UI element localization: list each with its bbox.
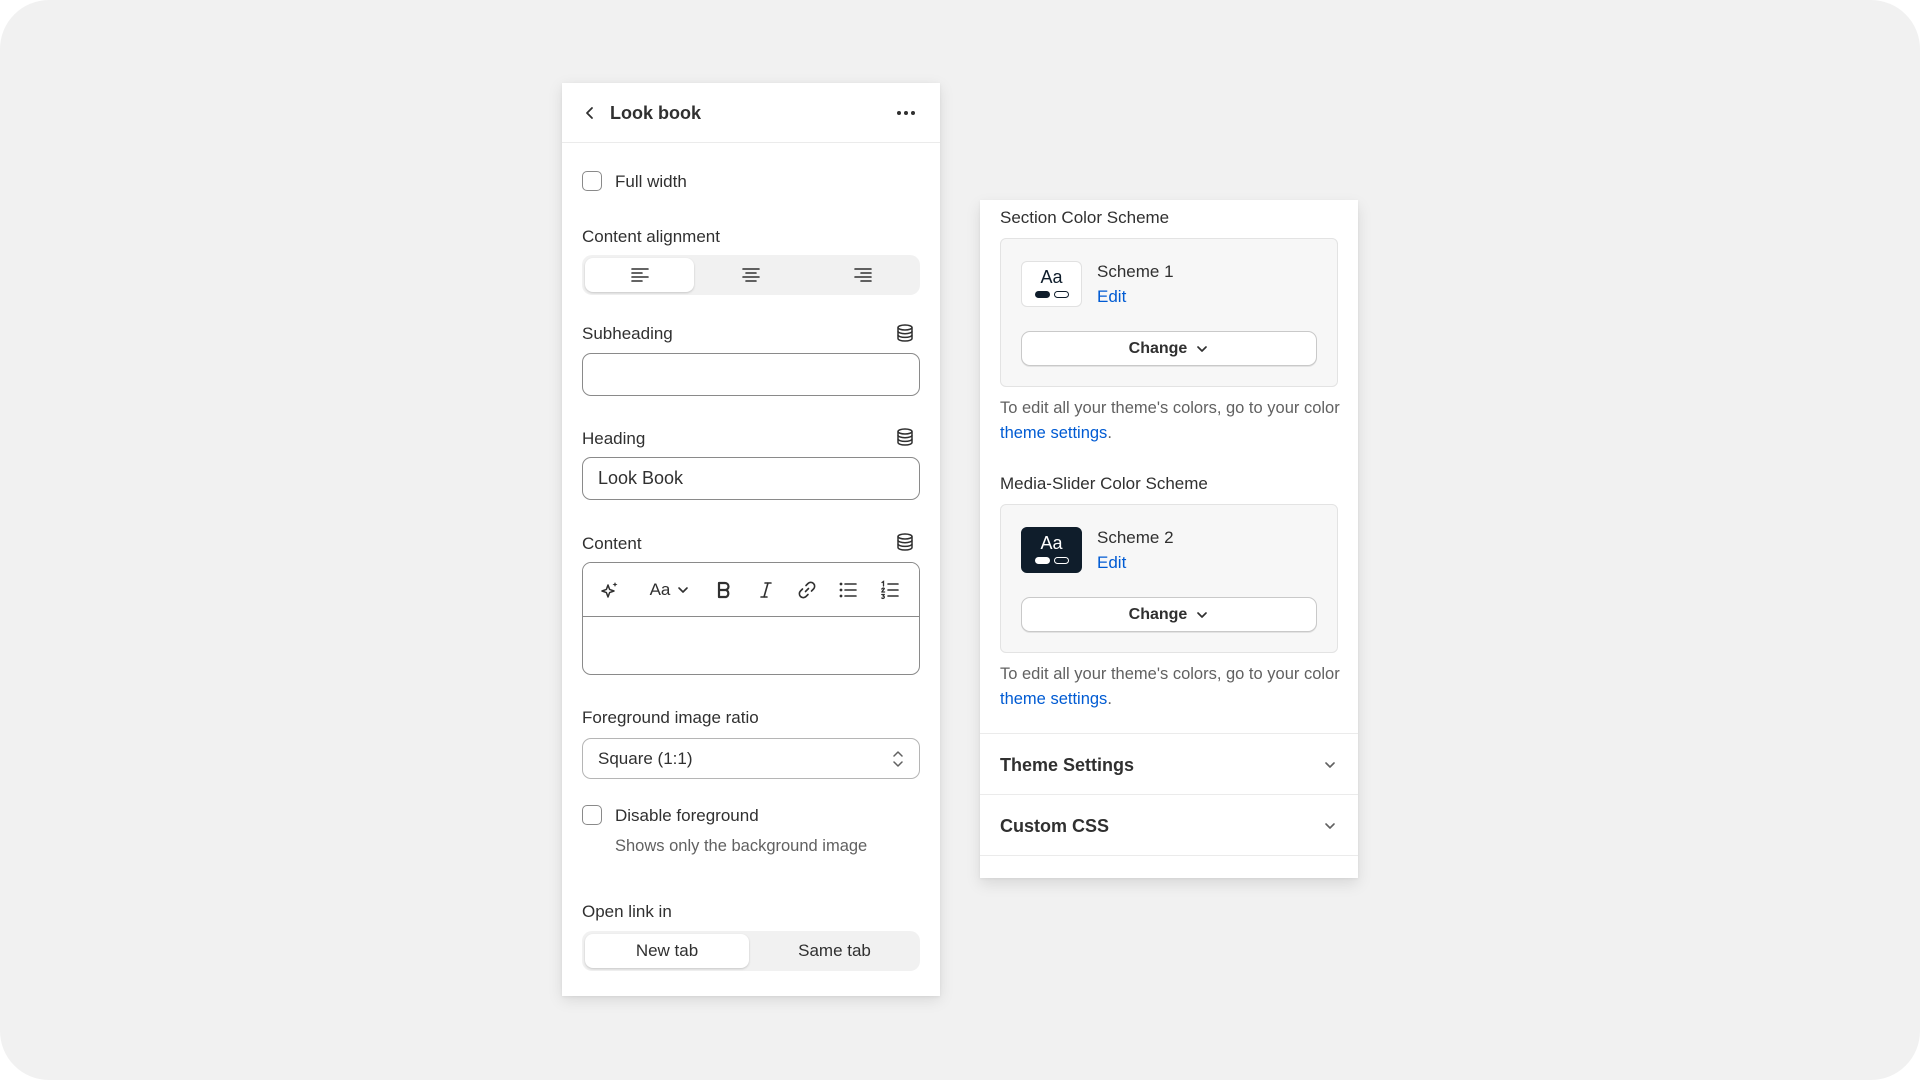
section-settings-panel: Look book Full width Content alignment S… [562, 83, 940, 996]
heading-label: Heading [582, 429, 646, 448]
open-link-label: Open link in [582, 902, 672, 921]
ai-generate-button[interactable] [599, 578, 621, 602]
dynamic-source-icon[interactable] [895, 323, 915, 343]
chevron-down-icon [1325, 762, 1335, 768]
swatch-sample-text: Aa [1040, 267, 1063, 287]
sparkle-icon [601, 582, 618, 598]
italic-icon [760, 582, 772, 598]
disable-foreground-label: Disable foreground [615, 806, 759, 825]
media-slider-scheme-card: Aa Scheme 2 Edit Change [1000, 504, 1338, 653]
back-button[interactable] [578, 101, 602, 125]
new-tab-option[interactable]: New tab [585, 934, 749, 968]
numbered-list-button[interactable] [878, 578, 902, 602]
bold-icon [717, 581, 730, 599]
full-width-label: Full width [615, 172, 687, 191]
chevron-down-icon [1197, 345, 1208, 352]
panel-header: Look book [562, 83, 940, 143]
theme-settings-title: Theme Settings [1000, 755, 1135, 775]
align-center-option[interactable] [696, 258, 806, 292]
more-actions-button[interactable] [892, 101, 920, 125]
bulleted-list-icon [839, 582, 857, 598]
custom-css-title: Custom CSS [1000, 816, 1110, 836]
theme-settings-link[interactable]: theme settings [1000, 424, 1107, 442]
scheme-1-name: Scheme 1 [1097, 262, 1174, 281]
open-link-control: New tab Same tab [582, 931, 920, 971]
section-scheme-note: To edit all your theme's colors, go to y… [1000, 399, 1340, 442]
content-alignment-label: Content alignment [582, 227, 720, 246]
link-icon [798, 581, 816, 599]
swatch-pill-outline [1054, 557, 1069, 564]
text-style-dropdown[interactable]: Aa [641, 578, 699, 602]
chevron-down-icon [1197, 611, 1208, 618]
content-label: Content [582, 534, 642, 553]
content-rich-text-editor: Aa [582, 562, 920, 675]
canvas-background: Look book Full width Content alignment S… [0, 0, 1920, 1080]
foreground-ratio-label: Foreground image ratio [582, 708, 759, 727]
disable-foreground-help: Shows only the background image [615, 837, 868, 855]
align-right-option[interactable] [808, 258, 917, 292]
same-tab-option[interactable]: Same tab [752, 934, 917, 968]
dynamic-source-icon[interactable] [895, 427, 915, 447]
link-button[interactable] [795, 578, 819, 602]
foreground-ratio-value: Square (1:1) [598, 749, 693, 768]
align-center-icon [742, 268, 760, 282]
align-left-icon [630, 268, 649, 282]
select-chevrons-icon [893, 751, 903, 767]
rte-toolbar: Aa [583, 563, 919, 617]
swatch-pill-filled [1035, 291, 1050, 298]
theme-settings-link[interactable]: theme settings [1000, 690, 1107, 708]
dynamic-source-icon[interactable] [895, 532, 915, 552]
chevron-down-icon [678, 587, 689, 593]
text-style-label: Aa [649, 580, 671, 599]
subheading-label: Subheading [582, 324, 673, 343]
disable-foreground-checkbox[interactable] [582, 805, 602, 825]
full-width-checkbox[interactable] [582, 171, 602, 191]
scheme-2-name: Scheme 2 [1097, 528, 1174, 547]
change-label: Change [1128, 605, 1188, 623]
heading-input[interactable]: Look Book [582, 457, 920, 500]
align-right-icon [853, 268, 872, 282]
subheading-input[interactable] [582, 353, 920, 396]
align-left-option[interactable] [585, 258, 694, 292]
section-scheme-change-button[interactable]: Change [1021, 331, 1317, 366]
chevron-down-icon [1325, 823, 1335, 829]
chevron-left-icon [586, 107, 593, 119]
foreground-ratio-select[interactable]: Square (1:1) [582, 738, 920, 779]
scheme-1-swatch: Aa [1021, 261, 1082, 307]
content-editor-area[interactable] [583, 618, 919, 674]
media-slider-color-scheme-label: Media-Slider Color Scheme [1000, 474, 1208, 493]
swatch-pill-filled [1035, 557, 1050, 564]
media-slider-scheme-change-button[interactable]: Change [1021, 597, 1317, 632]
panel-divider [980, 855, 1358, 878]
italic-button[interactable] [755, 578, 777, 602]
bulleted-list-button[interactable] [836, 578, 860, 602]
change-label: Change [1128, 339, 1188, 357]
color-scheme-panel: Section Color Scheme Aa Scheme 1 Edit Ch… [980, 200, 1358, 878]
section-color-scheme-label: Section Color Scheme [1000, 208, 1170, 227]
scheme-2-swatch: Aa [1021, 527, 1082, 573]
custom-css-accordion[interactable]: Custom CSS [980, 794, 1358, 855]
scheme-2-edit-link[interactable]: Edit [1097, 552, 1126, 574]
theme-settings-accordion[interactable]: Theme Settings [980, 733, 1358, 794]
scheme-1-edit-link[interactable]: Edit [1097, 286, 1126, 308]
bold-button[interactable] [713, 578, 735, 602]
numbered-list-icon [881, 580, 899, 600]
swatch-pill-outline [1054, 291, 1069, 298]
media-slider-scheme-note: To edit all your theme's colors, go to y… [1000, 665, 1340, 708]
swatch-sample-text: Aa [1040, 533, 1063, 553]
panel-title: Look book [610, 103, 701, 123]
ellipsis-icon [897, 111, 915, 115]
section-scheme-card: Aa Scheme 1 Edit Change [1000, 238, 1338, 387]
content-alignment-control [582, 255, 920, 295]
